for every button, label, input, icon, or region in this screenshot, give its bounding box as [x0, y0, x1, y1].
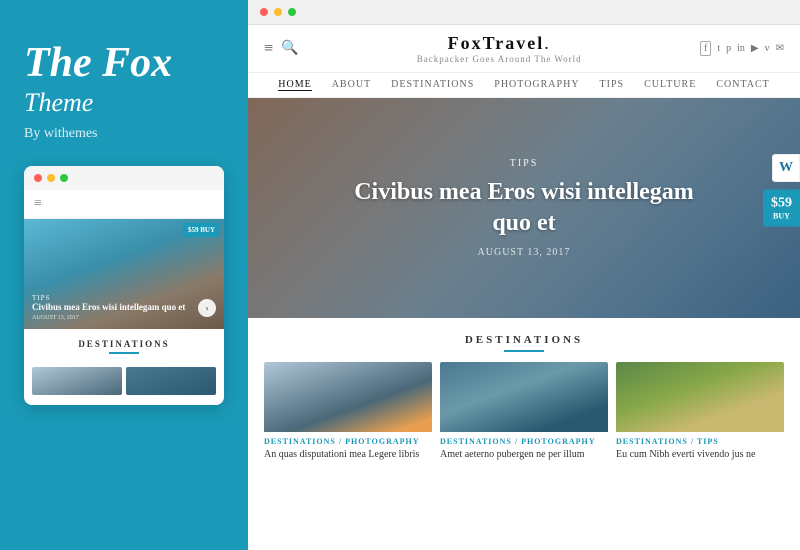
preview-buy-btn[interactable]: $59 BUY	[183, 223, 220, 237]
buy-price: $59	[771, 196, 792, 212]
preview-arrow-btn[interactable]: ›	[198, 299, 216, 317]
twitter-icon[interactable]: t	[717, 43, 720, 54]
browser-dot-green	[288, 8, 296, 16]
theme-subtitle: Theme	[24, 88, 224, 118]
menu-item-contact[interactable]: CONTACT	[716, 79, 769, 91]
destinations-header: DESTINATIONS	[264, 334, 784, 352]
demo-nav: ≡ 🔍 FoxTravel. Backpacker Goes Around Th…	[248, 25, 800, 73]
browser-chrome	[248, 0, 800, 25]
preview-date: AUGUST 13, 2017	[32, 315, 185, 321]
dest-card-3[interactable]: DESTINATIONS / TIPS Eu cum Nibh everti v…	[616, 362, 784, 467]
demo-hero-title: Civibus mea Eros wisi intellegamquo et	[354, 177, 694, 239]
menu-item-home[interactable]: HOME	[278, 79, 311, 91]
dest-card-2[interactable]: DESTINATIONS / PHOTOGRAPHY Amet aeterno …	[440, 362, 608, 467]
demo-hero: TIPS Civibus mea Eros wisi intellegamquo…	[248, 98, 800, 318]
dest-card-img-1	[264, 362, 432, 432]
menu-item-culture[interactable]: CULTURE	[644, 79, 696, 91]
instagram-icon[interactable]: in	[737, 43, 745, 54]
buy-label: BUY	[771, 212, 792, 221]
demo-tagline: Backpacker Goes Around The World	[417, 54, 582, 64]
browser-dot-yellow	[274, 8, 282, 16]
buy-button-float[interactable]: $59 BUY	[763, 190, 800, 227]
preview-destinations-label: DESTINATIONS	[34, 339, 214, 349]
dest-card-1[interactable]: DESTINATIONS / PHOTOGRAPHY An quas dispu…	[264, 362, 432, 467]
menu-item-photography[interactable]: PHOTOGRAPHY	[494, 79, 579, 91]
wp-logo: W	[779, 160, 793, 176]
dest-card-title-1: An quas disputationi mea Legere libris	[264, 448, 432, 462]
vimeo-icon[interactable]: v	[765, 43, 770, 54]
demo-search-icon[interactable]: 🔍	[281, 40, 298, 57]
preview-nav: ≡ FoxTravel.	[24, 190, 224, 219]
preview-hero: TIPS Civibus mea Eros wisi intellegam qu…	[24, 219, 224, 329]
destinations-section: DESTINATIONS DESTINATIONS / PHOTOGRAPHY …	[248, 318, 800, 475]
dest-card-tag-2: DESTINATIONS / PHOTOGRAPHY	[440, 437, 608, 446]
dest-card-info-1: DESTINATIONS / PHOTOGRAPHY An quas dispu…	[264, 432, 432, 467]
browser-dot-red	[260, 8, 268, 16]
preview-nav-icons: ≡	[34, 196, 42, 212]
facebook-icon[interactable]: f	[700, 41, 711, 56]
preview-tag: TIPS	[32, 294, 185, 302]
dest-card-tag-3: DESTINATIONS / TIPS	[616, 437, 784, 446]
preview-card-header	[24, 166, 224, 190]
preview-hero-title: Civibus mea Eros wisi intellegam quo et	[32, 302, 185, 314]
menu-item-destinations[interactable]: DESTINATIONS	[391, 79, 474, 91]
dest-card-info-3: DESTINATIONS / TIPS Eu cum Nibh everti v…	[616, 432, 784, 467]
cards-row: DESTINATIONS / PHOTOGRAPHY An quas dispu…	[264, 362, 784, 467]
pinterest-icon[interactable]: p	[726, 43, 731, 54]
preview-card: ≡ FoxTravel. TIPS Civibus mea Eros wisi …	[24, 166, 224, 405]
menu-item-tips[interactable]: TIPS	[600, 79, 625, 91]
youtube-icon[interactable]: ▶	[751, 43, 759, 54]
destinations-divider	[504, 350, 544, 352]
demo-nav-left: ≡ 🔍	[264, 40, 298, 58]
preview-hero-content: TIPS Civibus mea Eros wisi intellegam qu…	[32, 294, 185, 322]
dest-card-img-3	[616, 362, 784, 432]
main-area: ≡ 🔍 FoxTravel. Backpacker Goes Around Th…	[248, 0, 800, 550]
dest-card-title-2: Amet aeterno pubergen ne per illum	[440, 448, 608, 462]
demo-brand: FoxTravel.	[417, 33, 582, 54]
theme-author: By withemes	[24, 126, 224, 142]
demo-menu: HOME ABOUT DESTINATIONS PHOTOGRAPHY TIPS…	[248, 73, 800, 98]
dest-card-img-2	[440, 362, 608, 432]
dot-green	[60, 174, 68, 182]
dest-card-title-3: Eu cum Nibh everti vivendo jus ne	[616, 448, 784, 462]
wordpress-icon[interactable]: W	[772, 154, 800, 182]
theme-title: The Fox	[24, 40, 224, 86]
demo-site: ≡ 🔍 FoxTravel. Backpacker Goes Around Th…	[248, 25, 800, 550]
dot-yellow	[47, 174, 55, 182]
menu-item-about[interactable]: ABOUT	[332, 79, 371, 91]
destinations-label: DESTINATIONS	[264, 334, 784, 346]
dot-red	[34, 174, 42, 182]
preview-brand: FoxTravel.	[42, 196, 194, 212]
hamburger-icon[interactable]: ≡	[34, 196, 42, 212]
demo-hero-date: AUGUST 13, 2017	[354, 247, 694, 258]
demo-hamburger-icon[interactable]: ≡	[264, 40, 273, 58]
demo-hero-overlay: TIPS Civibus mea Eros wisi intellegamquo…	[354, 158, 694, 258]
demo-hero-tag: TIPS	[354, 158, 694, 169]
sidebar: The Fox Theme By withemes ≡ FoxTravel. T…	[0, 0, 248, 550]
email-icon[interactable]: ✉	[776, 43, 784, 54]
demo-nav-right: f t p in ▶ v ✉	[700, 41, 784, 56]
dest-card-tag-1: DESTINATIONS / PHOTOGRAPHY	[264, 437, 432, 446]
dest-card-info-2: DESTINATIONS / PHOTOGRAPHY Amet aeterno …	[440, 432, 608, 467]
demo-nav-center: FoxTravel. Backpacker Goes Around The Wo…	[417, 33, 582, 64]
